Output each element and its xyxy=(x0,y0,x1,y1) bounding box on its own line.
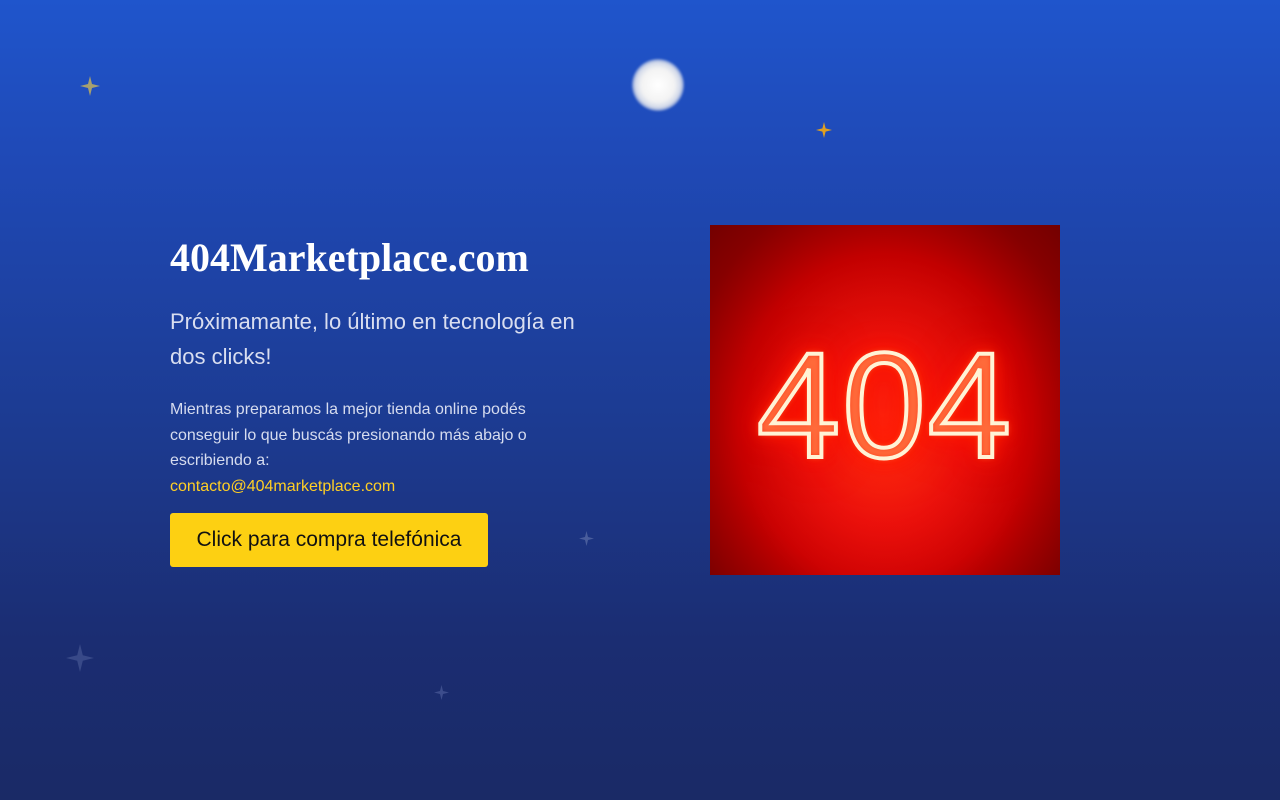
site-description: Mientras preparamos la mejor tienda onli… xyxy=(170,397,570,499)
phone-purchase-button[interactable]: Click para compra telefónica xyxy=(170,513,488,567)
moon-icon xyxy=(632,59,684,111)
site-subtitle: Próximamante, lo último en tecnología en… xyxy=(170,309,575,369)
intro-section: 404Marketplace.com Próximamante, lo últi… xyxy=(170,230,610,499)
sparkle-star-icon xyxy=(434,685,449,705)
sparkle-star-icon xyxy=(66,644,94,677)
description-text: Mientras preparamos la mejor tienda onli… xyxy=(170,401,527,469)
neon-404-text: 404 xyxy=(755,321,1014,489)
sparkle-star-icon xyxy=(579,531,594,551)
sparkle-star-icon xyxy=(80,76,100,101)
sparkle-star-icon xyxy=(816,122,832,143)
site-title: 404Marketplace.com xyxy=(170,235,529,280)
contact-email-link[interactable]: contacto@404marketplace.com xyxy=(170,474,395,500)
neon-404-sign: 404 xyxy=(710,225,1060,575)
